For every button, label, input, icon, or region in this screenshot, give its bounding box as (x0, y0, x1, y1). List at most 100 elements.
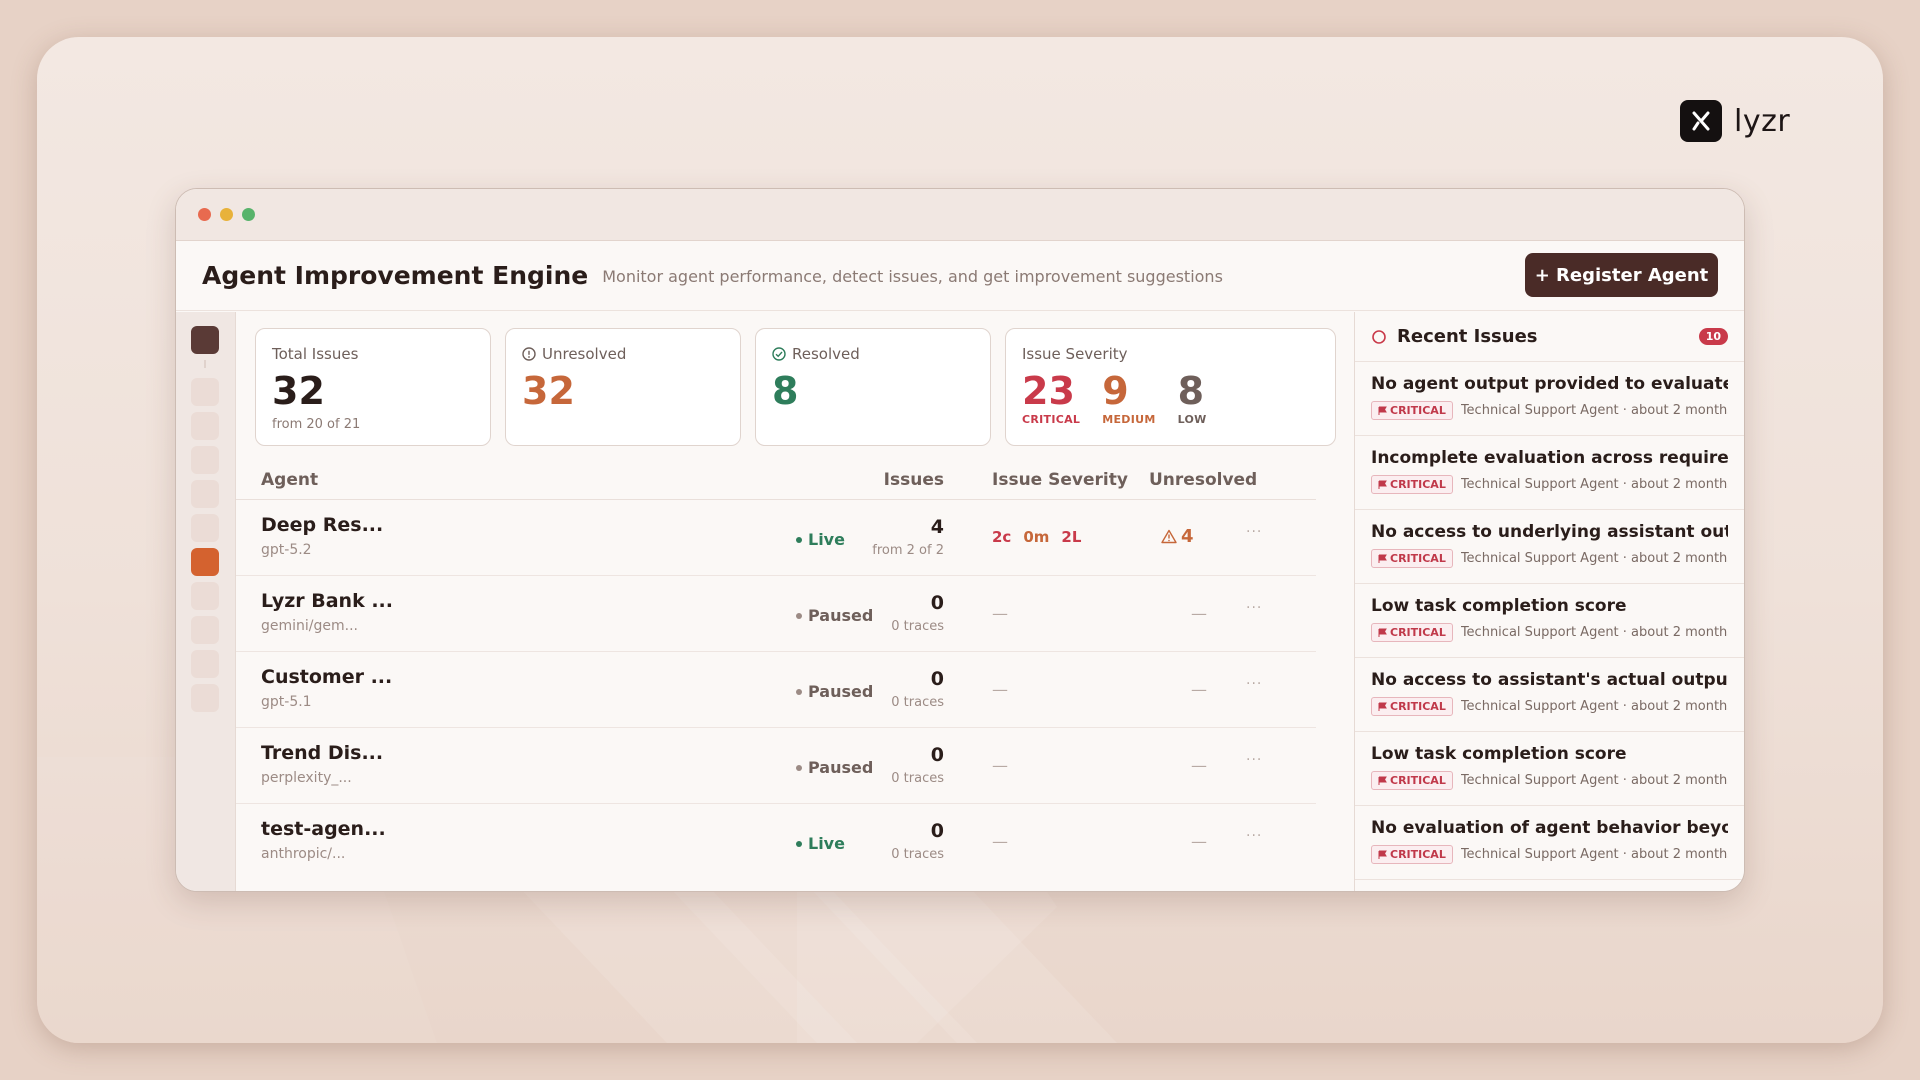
issue-severity-card: Issue Severity 23 CRITICAL 9 MEDIUM 8 LO… (1005, 328, 1336, 446)
close-window-button[interactable] (198, 208, 211, 221)
recent-issue-item[interactable]: Low task completion score CRITICAL Techn… (1355, 732, 1744, 806)
status-dot-icon (796, 688, 802, 695)
agent-name[interactable]: Deep Res... (261, 514, 383, 536)
badge-label: CRITICAL (1390, 626, 1446, 639)
severity-medium: 9 MEDIUM (1102, 369, 1155, 426)
agent-name[interactable]: Trend Dis... (261, 742, 383, 764)
status-dot-icon (796, 764, 802, 771)
issue-meta: CRITICAL Technical Support Agent · about… (1371, 697, 1728, 716)
alert-circle-icon (522, 347, 536, 361)
status-badge: Paused (796, 682, 873, 701)
rail-item-2[interactable] (191, 378, 219, 406)
table-row[interactable]: test-agen... anthropic/... Live 0 0 trac… (236, 804, 1316, 880)
rail-item-4[interactable] (191, 446, 219, 474)
rail-item-9[interactable] (191, 616, 219, 644)
agent-name[interactable]: test-agen... (261, 818, 386, 840)
issue-source: Technical Support Agent · about 2 months… (1460, 403, 1728, 418)
recent-issue-item[interactable]: Low task completion score CRITICAL Techn… (1355, 584, 1744, 658)
maximize-window-button[interactable] (242, 208, 255, 221)
recent-issue-item[interactable]: No access to underlying assistant output… (1355, 510, 1744, 584)
unresolved-empty: — (1191, 680, 1207, 699)
status-badge: Paused (796, 606, 873, 625)
unresolved-label-row: Unresolved (522, 345, 724, 363)
row-more-button[interactable]: ··· (1246, 752, 1262, 768)
status-badge: Live (796, 834, 845, 853)
col-issue-severity[interactable]: Issue Severity (992, 470, 1128, 490)
recent-issue-item[interactable]: No access to assistant's actual output p… (1355, 658, 1744, 732)
recent-issue-item[interactable]: Incomplete evaluation across required su… (1355, 436, 1744, 510)
flag-icon (1378, 628, 1387, 637)
medium-count: 9 (1102, 369, 1129, 413)
warning-triangle-icon (1161, 529, 1177, 544)
flag-icon (1378, 776, 1387, 785)
row-more-button[interactable]: ··· (1246, 524, 1262, 540)
badge-label: CRITICAL (1390, 700, 1446, 713)
col-unresolved[interactable]: Unresolved (1149, 470, 1257, 490)
col-agent[interactable]: Agent (261, 470, 318, 490)
low-count: 8 (1177, 369, 1205, 413)
row-more-button[interactable]: ··· (1246, 828, 1262, 844)
resolved-value: 8 (772, 369, 799, 413)
status-dot-icon (796, 536, 802, 543)
rail-item-5[interactable] (191, 480, 219, 508)
issue-title: Low task completion score (1371, 596, 1627, 616)
issues-sub: 0 traces (891, 619, 944, 634)
badge-label: CRITICAL (1390, 552, 1446, 565)
rail-item-8[interactable] (191, 582, 219, 610)
rail-item-11[interactable] (191, 684, 219, 712)
recent-issue-item[interactable]: No agent output provided to evaluate CRI… (1355, 362, 1744, 436)
issues-sub: 0 traces (891, 771, 944, 786)
severity-empty: — (992, 756, 1008, 775)
page-subtitle: Monitor agent performance, detect issues… (602, 267, 1223, 286)
issues-sub: from 2 of 2 (872, 543, 944, 558)
flag-icon (1378, 480, 1387, 489)
rail-item-10[interactable] (191, 650, 219, 678)
col-issues[interactable]: Issues (884, 470, 944, 490)
status-badge: Paused (796, 758, 873, 777)
page-title: Agent Improvement Engine (202, 261, 589, 290)
table-row[interactable]: Customer ... gpt-5.1 Paused 0 0 traces —… (236, 652, 1316, 728)
table-row[interactable]: Lyzr Bank ... gemini/gem... Paused 0 0 t… (236, 576, 1316, 652)
rail-item-active[interactable] (191, 548, 219, 576)
agent-name[interactable]: Customer ... (261, 666, 392, 688)
badge-label: CRITICAL (1390, 404, 1446, 417)
issues-sub: 0 traces (891, 695, 944, 710)
page-body: Total Issues 32 from 20 of 21 Unresolved… (176, 312, 1744, 891)
rail-item-6[interactable] (191, 514, 219, 542)
unresolved-value: 32 (522, 369, 575, 413)
rail-divider (204, 360, 206, 368)
table-row[interactable]: Trend Dis... perplexity_... Paused 0 0 t… (236, 728, 1316, 804)
badge-label: CRITICAL (1390, 848, 1446, 861)
row-more-button[interactable]: ··· (1246, 676, 1262, 692)
issue-meta: CRITICAL Technical Support Agent · about… (1371, 549, 1728, 568)
issue-source: Technical Support Agent · about 2 months… (1460, 551, 1728, 566)
severity-inline: 2c 0m 2L (992, 528, 1081, 546)
critical-badge: CRITICAL (1371, 623, 1453, 642)
row-more-button[interactable]: ··· (1246, 600, 1262, 616)
critical-badge: CRITICAL (1371, 845, 1453, 864)
unresolved-empty: — (1191, 832, 1207, 851)
rail-item-home[interactable] (191, 326, 219, 354)
severity-empty: — (992, 680, 1008, 699)
issues-count: 4 (930, 516, 944, 538)
recent-issues-title: Recent Issues (1397, 326, 1538, 347)
nav-rail (176, 312, 236, 891)
register-agent-button[interactable]: + Register Agent (1525, 253, 1718, 297)
issues-sub: 0 traces (891, 847, 944, 862)
recent-issue-item[interactable]: No evaluation of agent behavior beyond r… (1355, 806, 1744, 880)
issue-meta: CRITICAL Technical Support Agent · about… (1371, 771, 1728, 790)
minimize-window-button[interactable] (220, 208, 233, 221)
issue-source: Technical Support Agent · about 2 months… (1460, 699, 1728, 714)
unresolved-value: 4 (1181, 526, 1194, 547)
table-row[interactable]: Deep Res... gpt-5.2 Live 4 from 2 of 2 2… (236, 500, 1316, 576)
unresolved-empty: — (1191, 756, 1207, 775)
rail-item-3[interactable] (191, 412, 219, 440)
issue-title: Incomplete evaluation across required su… (1371, 448, 1728, 468)
agent-name[interactable]: Lyzr Bank ... (261, 590, 393, 612)
recent-issues-count: 10 (1698, 328, 1728, 345)
status-label: Paused (808, 606, 874, 625)
agent-model: gpt-5.1 (261, 694, 312, 710)
severity-empty: — (992, 832, 1008, 851)
critical-badge: CRITICAL (1371, 475, 1453, 494)
issues-count: 0 (930, 744, 944, 766)
